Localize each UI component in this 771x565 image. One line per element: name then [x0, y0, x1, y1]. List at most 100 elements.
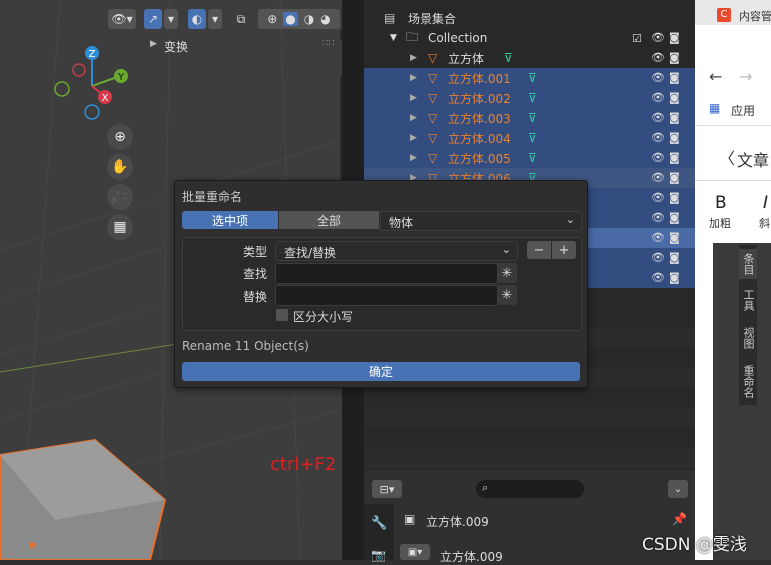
tab-all[interactable]: 全部	[279, 211, 379, 229]
collection-label: Collection	[428, 31, 488, 45]
table-row[interactable]: ▶ ▽ 立方体.001 ⊽ 👁 ◙	[364, 68, 695, 88]
tool-icon[interactable]: 🔧	[371, 516, 387, 531]
apps-label[interactable]: 应用	[731, 102, 755, 119]
eye-icon[interactable]: 👁	[651, 271, 665, 285]
xray-toggle[interactable]: ⧉	[232, 9, 250, 29]
eye-icon[interactable]: 👁	[651, 71, 665, 85]
table-row[interactable]: ▶ ▽ 立方体.005 ⊽ 👁 ◙	[364, 148, 695, 168]
camera-icon[interactable]: ◙	[669, 251, 683, 265]
add-action-button[interactable]: +	[552, 241, 576, 259]
navigation-gizmo[interactable]: Z Y X	[50, 42, 140, 122]
camera-icon[interactable]: ◙	[669, 71, 683, 85]
camera-icon[interactable]: ◙	[669, 151, 683, 165]
properties-search-input[interactable]: ⌕	[476, 480, 584, 498]
gizmo-dropdown[interactable]: ▾	[164, 9, 178, 29]
browser-window[interactable]: ← → ▦ 应用 〈 文章 B I 加粗 斜 条目 工具 视图 重命名	[695, 25, 771, 560]
case-sensitive-checkbox[interactable]	[276, 309, 288, 321]
editor-type-button[interactable]: ⊟▾	[372, 480, 402, 498]
pan-button[interactable]: ✋	[107, 154, 133, 180]
options-dropdown[interactable]: ⌄	[668, 480, 688, 498]
camera-icon[interactable]: ◙	[669, 31, 683, 45]
eye-icon[interactable]: 👁	[651, 191, 665, 205]
chevron-right-icon[interactable]: ▶	[410, 133, 417, 143]
camera-icon[interactable]: ◙	[669, 51, 683, 65]
grid-icon: ▦	[113, 219, 127, 235]
confirm-button[interactable]: 确定	[182, 362, 580, 381]
camera-icon[interactable]: ◙	[669, 91, 683, 105]
action-type-select[interactable]: 查找/替换 ⌄	[275, 241, 518, 261]
camera-icon[interactable]: ◙	[669, 171, 683, 185]
overlay-dropdown[interactable]: ▾	[208, 9, 222, 29]
replace-label: 替换	[242, 290, 267, 304]
table-row[interactable]: ▶ ▽ 立方体.003 ⊽ 👁 ◙	[364, 108, 695, 128]
italic-icon[interactable]: I	[763, 193, 768, 213]
camera-view-button[interactable]: 🎥	[107, 184, 133, 210]
bold-icon[interactable]: B	[715, 193, 727, 213]
shortcut-hint: ctrl+F2	[270, 454, 337, 475]
wireframe-shading-icon[interactable]: ⊕	[267, 12, 277, 26]
chevron-left-icon[interactable]: 〈	[719, 145, 735, 169]
table-row[interactable]: ▶ ▽ 立方体 ⊽ 👁 ◙	[364, 48, 695, 68]
eye-icon[interactable]: 👁	[651, 91, 665, 105]
remove-action-button[interactable]: −	[527, 241, 551, 259]
eye-icon[interactable]: 👁	[651, 31, 665, 45]
overlay-toggle[interactable]: ◐	[188, 9, 206, 29]
chevron-right-icon[interactable]: ▶	[410, 153, 417, 163]
chevron-down-icon[interactable]: ▼	[390, 33, 397, 43]
batch-rename-dialog[interactable]: 批量重命名 选中项 全部 物体 ⌄ 类型 查找/替换 ⌄ − + 查找 ✳ 替换…	[174, 180, 588, 388]
eye-icon[interactable]: 👁	[651, 111, 665, 125]
browser-tab-bar: C 内容管	[695, 0, 771, 25]
find-input[interactable]	[275, 263, 498, 284]
object-icon: ▽	[428, 91, 438, 105]
chevron-right-icon[interactable]: ▶	[410, 73, 417, 83]
eye-icon[interactable]: 👁	[651, 51, 665, 65]
minus-icon: −	[533, 242, 545, 258]
scene-collection-row[interactable]: ▤ 场景集合	[364, 8, 695, 28]
mesh-data-icon: ⊽	[504, 51, 513, 65]
apps-grid-icon[interactable]: ▦	[709, 101, 720, 115]
eye-icon[interactable]: 👁	[651, 211, 665, 225]
checkbox-icon[interactable]: ☑	[632, 32, 642, 45]
object-icon: ▽	[428, 131, 438, 145]
chevron-right-icon[interactable]: ▶	[410, 113, 417, 123]
panel-drag-handle[interactable]: ∷∷	[322, 38, 335, 49]
collection-row[interactable]: ▼ 🗀 Collection ☑ 👁 ◙	[364, 28, 695, 48]
eye-icon[interactable]: 👁	[651, 131, 665, 145]
camera-icon[interactable]: ◙	[669, 211, 683, 225]
data-type-button[interactable]: ▣▾	[400, 544, 430, 560]
chevron-right-icon[interactable]: ▶	[410, 93, 417, 103]
camera-icon[interactable]: ◙	[669, 111, 683, 125]
eye-icon[interactable]: 👁	[651, 171, 665, 185]
transform-panel-label[interactable]: 变换	[164, 38, 188, 55]
perspective-toggle-button[interactable]: ▦	[107, 214, 133, 240]
forward-icon[interactable]: →	[739, 67, 752, 86]
pin-icon[interactable]: 📌	[672, 512, 687, 526]
find-regex-toggle[interactable]: ✳	[497, 263, 517, 283]
camera-icon[interactable]: ◙	[669, 271, 683, 285]
solid-shading-icon[interactable]: ●	[283, 12, 298, 26]
eye-icon[interactable]: 👁	[651, 231, 665, 245]
rendered-shading-icon[interactable]: ◕	[320, 12, 330, 26]
material-shading-icon[interactable]: ◑	[304, 12, 314, 26]
shading-modes[interactable]: ⊕ ● ◑ ◕	[258, 9, 340, 29]
replace-regex-toggle[interactable]: ✳	[497, 285, 517, 305]
transform-panel-chevron-icon[interactable]: ▶	[150, 39, 157, 49]
chevron-right-icon[interactable]: ▶	[410, 53, 417, 63]
table-row[interactable]: ▶ ▽ 立方体.002 ⊽ 👁 ◙	[364, 88, 695, 108]
rename-summary: Rename 11 Object(s)	[182, 339, 309, 353]
eye-icon[interactable]: 👁	[651, 151, 665, 165]
eye-icon[interactable]: 👁	[651, 251, 665, 265]
camera-icon[interactable]: ◙	[669, 191, 683, 205]
camera-icon[interactable]: ◙	[669, 231, 683, 245]
tab-selected[interactable]: 选中项	[182, 211, 278, 229]
camera-icon[interactable]: ◙	[669, 131, 683, 145]
back-icon[interactable]: ←	[709, 67, 722, 86]
case-sensitive-label[interactable]: 区分大小写	[293, 308, 353, 325]
view-options-button[interactable]: 👁▾	[108, 9, 136, 29]
browser-tab[interactable]: C 内容管	[695, 0, 771, 25]
gizmo-toggle[interactable]: ↗	[144, 9, 162, 29]
zoom-button[interactable]: ⊕	[107, 124, 133, 150]
table-row[interactable]: ▶ ▽ 立方体.004 ⊽ 👁 ◙	[364, 128, 695, 148]
replace-input[interactable]	[275, 285, 498, 306]
data-type-select[interactable]: 物体 ⌄	[380, 211, 582, 231]
